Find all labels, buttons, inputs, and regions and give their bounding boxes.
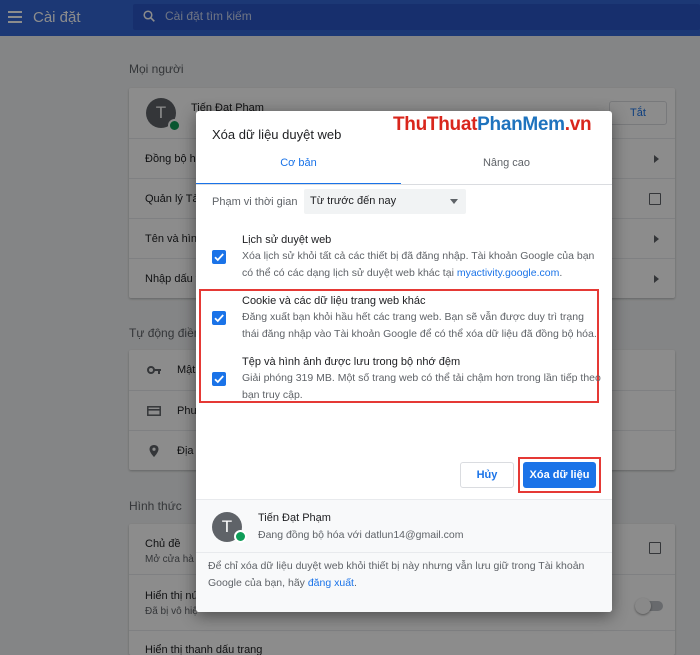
time-range-value: Từ trước đến nay: [310, 195, 397, 207]
footer-note: Để chỉ xóa dữ liệu duyệt web khỏi thiết …: [208, 558, 600, 592]
cache-checkbox[interactable]: [212, 372, 226, 386]
checkmark-icon: [214, 253, 224, 262]
history-option-title: Lịch sử duyệt web: [242, 234, 332, 246]
cancel-button[interactable]: Hủy: [460, 462, 514, 488]
footer-note-tail: .: [353, 577, 357, 589]
cache-option-title: Tệp và hình ảnh được lưu trong bộ nhớ đệ…: [242, 356, 461, 368]
dialog-footer: T Tiến Đạt Phạm Đang đồng bộ hóa với dat…: [196, 499, 612, 612]
watermark-part: PhanMem: [477, 114, 565, 135]
checkmark-icon: [214, 375, 224, 384]
signout-link[interactable]: đăng xuất: [308, 577, 354, 589]
history-option-desc: Xóa lịch sử khỏi tất cả các thiết bị đã …: [242, 248, 602, 282]
cache-option-desc: Giải phóng 319 MB. Một số trang web có t…: [242, 372, 601, 401]
checkmark-icon: [214, 314, 224, 323]
watermark-part: ThuThuat: [393, 114, 478, 135]
tab-advanced[interactable]: Nâng cao: [401, 148, 612, 185]
footer-note-text: Để chỉ xóa dữ liệu duyệt web khỏi thiết …: [208, 560, 585, 589]
watermark-part: .vn: [564, 114, 592, 135]
clear-data-button[interactable]: Xóa dữ liệu: [523, 462, 596, 488]
footer-account-name: Tiến Đạt Phạm: [258, 512, 331, 524]
cookies-option-title: Cookie và các dữ liệu trang web khác: [242, 295, 426, 307]
history-checkbox[interactable]: [212, 250, 226, 264]
history-desc-tail: .: [559, 267, 563, 279]
cookies-checkbox[interactable]: [212, 311, 226, 325]
dialog-title: Xóa dữ liệu duyệt web: [212, 127, 342, 142]
time-range-select[interactable]: Từ trước đến nay: [304, 189, 466, 214]
cookies-option-desc: Đăng xuất bạn khỏi hầu hết các trang web…: [242, 311, 597, 340]
tab-divider: [196, 184, 612, 185]
watermark-logo: ThuThuatPhanMem.vn: [393, 114, 592, 136]
tab-basic[interactable]: Cơ bản: [196, 148, 401, 185]
sync-badge-icon: [234, 530, 247, 543]
time-range-label: Phạm vi thời gian: [212, 196, 298, 208]
footer-sync-status: Đang đồng bộ hóa với datlun14@gmail.com: [258, 529, 464, 541]
dropdown-arrow-icon: [450, 199, 458, 204]
myactivity-link[interactable]: myactivity.google.com: [457, 267, 560, 279]
footer-divider: [196, 552, 612, 553]
clear-browsing-data-dialog: Xóa dữ liệu duyệt web ThuThuatPhanMem.vn…: [196, 111, 612, 612]
